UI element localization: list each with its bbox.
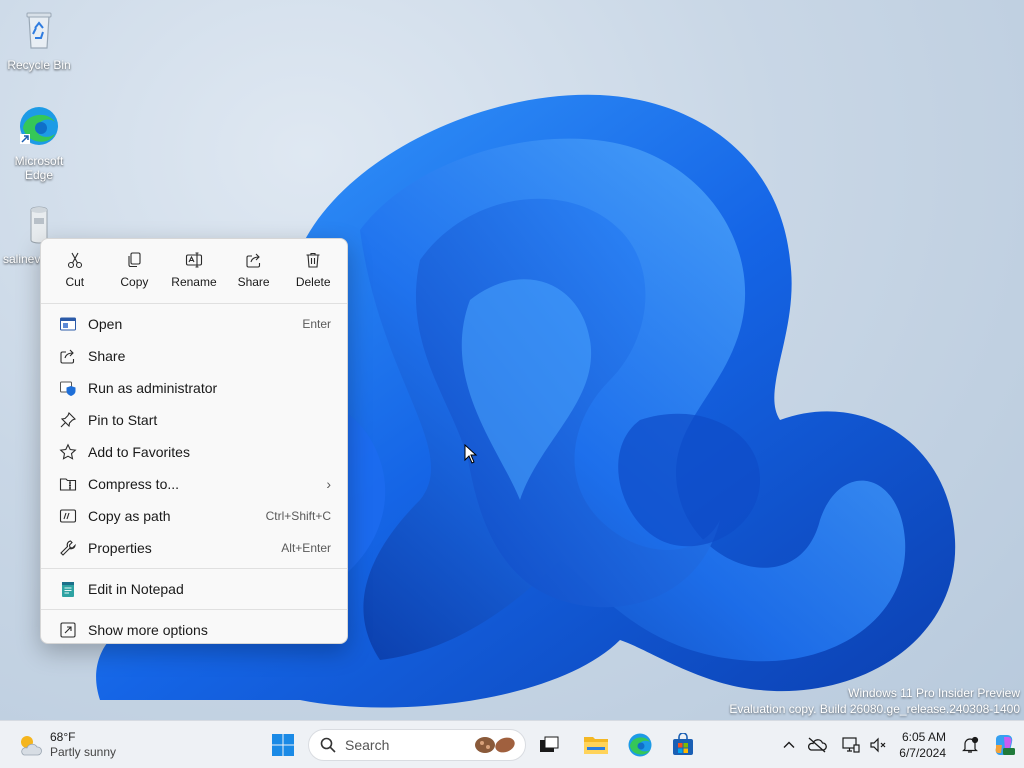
volume-tray-button[interactable] [865, 731, 893, 759]
rename-button[interactable]: Rename [164, 247, 224, 299]
cut-button[interactable]: Cut [45, 247, 105, 299]
copy-label: Copy [120, 275, 149, 289]
edge-icon [20, 107, 58, 145]
menu-item-shortcut: Alt+Enter [281, 541, 331, 555]
delete-label: Delete [295, 275, 331, 289]
pin-icon [59, 411, 77, 429]
chevron-right-icon: › [326, 476, 331, 492]
search-highlight-icon [475, 737, 515, 753]
rename-icon [185, 252, 203, 268]
share-icon [59, 347, 77, 365]
network-tray-button[interactable] [837, 731, 865, 759]
menu-item-label: Add to Favorites [88, 444, 190, 460]
menu-item-edit-in-notepad[interactable]: Edit in Notepad [45, 573, 343, 605]
clock-date: 6/7/2024 [899, 746, 946, 760]
search-icon [320, 737, 336, 753]
task-view-icon [540, 736, 559, 752]
menu-item-run-as-administrator[interactable]: Run as administrator [45, 372, 343, 404]
taskbar: 68°F Partly sunny Search 6:05 AM 6/7/202… [0, 720, 1024, 768]
more-options-icon [59, 621, 77, 639]
show-hidden-icons-button[interactable] [775, 731, 803, 759]
mouse-cursor-icon [464, 444, 478, 464]
star-icon [59, 443, 77, 461]
copilot-icon [995, 735, 1015, 755]
system-tray: 6:05 AM 6/7/2024 [775, 721, 1024, 768]
start-button[interactable] [265, 727, 301, 763]
menu-separator [41, 568, 347, 569]
menu-item-label: Edit in Notepad [88, 581, 184, 597]
menu-separator [41, 303, 347, 304]
file-explorer-icon [584, 737, 608, 754]
menu-item-add-to-favorites[interactable]: Add to Favorites [45, 436, 343, 468]
menu-item-open[interactable]: Open Enter [45, 308, 343, 340]
store-icon [673, 733, 693, 755]
menu-item-shortcut: Ctrl+Shift+C [265, 509, 331, 523]
cut-label: Cut [65, 275, 85, 289]
menu-item-show-more-options[interactable]: Show more options [45, 614, 343, 646]
menu-item-label: Properties [88, 540, 152, 556]
network-icon [842, 737, 860, 753]
copilot-button[interactable] [990, 731, 1018, 759]
chevron-up-icon [783, 741, 795, 748]
recycle-bin-icon [26, 12, 52, 49]
watermark-line2: Evaluation copy. Build 26080.ge_release.… [729, 702, 1020, 716]
search-input[interactable]: Search [308, 729, 526, 761]
rename-label: Rename [171, 275, 217, 289]
watermark-line1: Windows 11 Pro Insider Preview [848, 686, 1020, 700]
context-menu: Cut Copy Rename Share Delete Open Enter … [40, 238, 348, 644]
task-view-button[interactable] [531, 727, 567, 763]
zip-folder-icon [59, 475, 77, 493]
desktop-icon-label: Microsoft Edge [14, 154, 64, 182]
menu-item-label: Copy as path [88, 508, 171, 524]
edge-taskbar-button[interactable] [622, 727, 658, 763]
menu-item-label: Show more options [88, 622, 208, 638]
weather-widget[interactable]: 68°F Partly sunny [16, 727, 116, 763]
share-icon [246, 253, 260, 268]
wrench-icon [59, 539, 77, 557]
desktop-icon-label: Recycle Bin [7, 58, 71, 72]
menu-item-label: Pin to Start [88, 412, 158, 428]
weather-desc: Partly sunny [50, 745, 117, 759]
menu-item-label: Run as administrator [88, 380, 218, 396]
desktop-icon-recycle-bin[interactable]: Recycle Bin [1, 8, 77, 72]
delete-button[interactable]: Delete [283, 247, 343, 299]
onedrive-offline-icon [808, 737, 828, 753]
share-label: Share [237, 275, 270, 289]
menu-item-properties[interactable]: Properties Alt+Enter [45, 532, 343, 564]
menu-item-label: Share [88, 348, 126, 364]
context-menu-quick-actions: Cut Copy Rename Share Delete [41, 239, 347, 295]
clock-time: 6:05 AM [901, 730, 946, 744]
onedrive-tray-button[interactable] [803, 731, 831, 759]
notepad-icon [59, 580, 77, 598]
notification-button[interactable] [956, 731, 984, 759]
share-button[interactable]: Share [224, 247, 284, 299]
menu-item-shortcut: Enter [302, 317, 331, 331]
menu-item-pin-to-start[interactable]: Pin to Start [45, 404, 343, 436]
start-icon [272, 734, 294, 756]
shield-icon [59, 379, 77, 397]
partly-sunny-icon [21, 736, 42, 756]
menu-item-label: Compress to... [88, 476, 180, 492]
menu-item-share[interactable]: Share [45, 340, 343, 372]
weather-temp: 68°F [50, 730, 76, 744]
clock[interactable]: 6:05 AM 6/7/2024 [899, 729, 946, 761]
path-icon [59, 507, 77, 525]
scissors-icon [67, 252, 82, 269]
store-button[interactable] [665, 727, 701, 763]
menu-separator [41, 609, 347, 610]
menu-item-compress-to[interactable]: Compress to... › [45, 468, 343, 500]
menu-item-copy-as-path[interactable]: Copy as path Ctrl+Shift+C [45, 500, 343, 532]
search-placeholder: Search [345, 737, 390, 753]
evaluation-watermark: Windows 11 Pro Insider Preview Evaluatio… [729, 685, 1020, 717]
menu-item-label: Open [88, 316, 123, 332]
desktop-icon-edge[interactable]: Microsoft Edge [1, 104, 77, 182]
copy-button[interactable]: Copy [105, 247, 165, 299]
volume-muted-icon [870, 737, 886, 753]
copy-icon [128, 252, 141, 268]
open-window-icon [59, 315, 77, 333]
file-explorer-button[interactable] [578, 727, 614, 763]
trash-icon [306, 252, 320, 268]
edge-icon [628, 733, 652, 757]
notification-bell-icon [962, 736, 979, 753]
